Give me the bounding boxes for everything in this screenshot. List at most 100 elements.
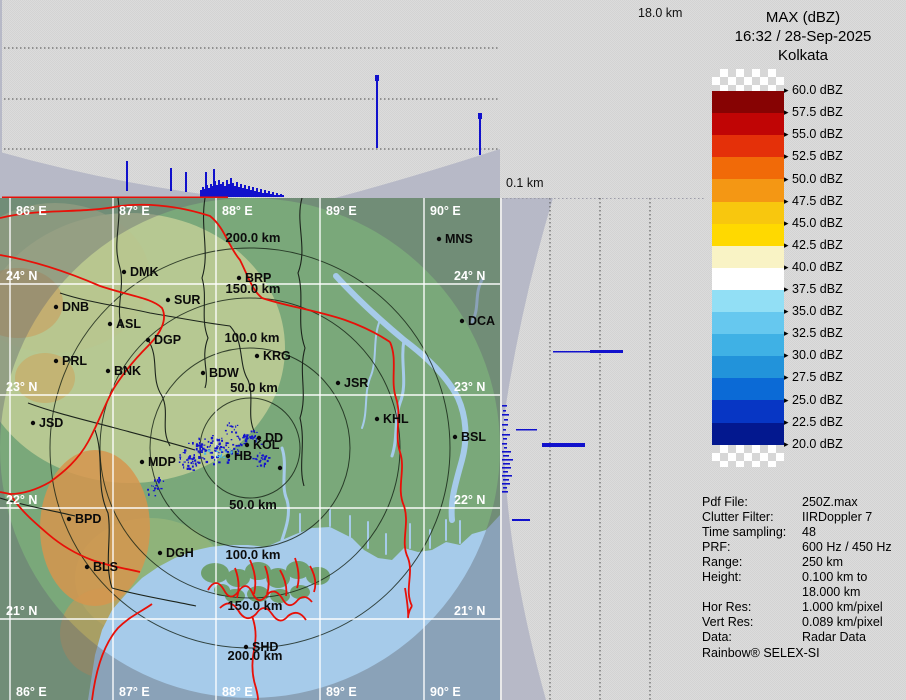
colorbar-band <box>712 135 784 158</box>
rect-shape <box>278 195 280 197</box>
colorbar-band <box>712 356 784 379</box>
rect-shape <box>276 193 278 197</box>
rect-shape <box>250 190 252 197</box>
scan-datetime: 16:32 / 28-Sep-2025 <box>734 28 872 45</box>
colorbar-tick-label: ▸ 25.0 dBZ <box>784 392 843 407</box>
rect-shape <box>179 454 181 457</box>
station-dot <box>165 297 171 303</box>
rect-shape <box>204 449 208 452</box>
rect-shape <box>198 441 201 445</box>
station-dot <box>53 358 59 364</box>
rect-shape <box>502 443 507 445</box>
rect-shape <box>234 186 236 197</box>
rect-shape <box>204 452 207 455</box>
rect-shape <box>256 465 259 467</box>
rect-shape <box>220 184 222 197</box>
longitude-label: 86° E <box>16 685 47 699</box>
rect-shape <box>264 455 267 459</box>
rect-shape <box>230 439 233 441</box>
rect-shape <box>213 169 215 197</box>
rect-shape <box>203 458 206 460</box>
metadata-row: Height: 0.100 km to <box>702 570 868 584</box>
rect-shape <box>182 452 184 454</box>
rect-shape <box>195 447 198 451</box>
rect-shape <box>260 457 263 459</box>
rect-shape <box>503 487 507 489</box>
range-ring-label: 200.0 km <box>226 230 281 245</box>
range-ring-label: 100.0 km <box>226 547 281 562</box>
rect-shape <box>252 457 255 460</box>
rect-shape <box>258 192 260 197</box>
rect-shape <box>155 485 158 487</box>
station-label: SUR <box>174 293 200 307</box>
station-label: BDW <box>209 366 239 380</box>
rect-shape <box>211 458 213 459</box>
path-shape <box>335 149 500 198</box>
rect-shape <box>502 491 508 493</box>
rect-shape <box>224 429 227 432</box>
rect-shape <box>503 479 509 481</box>
station-dot <box>374 416 380 422</box>
rect-shape <box>205 460 209 464</box>
metadata-row: Time sampling: 48 <box>702 525 816 539</box>
rect-shape <box>219 447 221 449</box>
colorbar-tick-label: ▸ 20.0 dBZ <box>784 436 843 451</box>
rect-shape <box>262 193 264 197</box>
colorbar-tick-label: ▸ 60.0 dBZ <box>784 83 843 98</box>
rect-shape <box>254 458 258 460</box>
rect-shape <box>215 447 218 450</box>
rect-shape <box>253 430 255 433</box>
colorbar-tick-label: ▸ 57.5 dBZ <box>784 105 843 120</box>
rect-shape <box>504 447 507 449</box>
rect-shape <box>216 439 220 442</box>
rect-shape <box>264 190 266 197</box>
longitude-label: 88° E <box>222 204 253 218</box>
radar-station-name: Kolkata <box>777 47 829 64</box>
rect-shape <box>196 461 199 463</box>
rect-shape <box>223 456 226 458</box>
rect-shape <box>158 480 160 484</box>
range-ring-label: 150.0 km <box>228 598 283 613</box>
rect-shape <box>205 172 207 197</box>
rect-shape <box>213 463 215 466</box>
rect-shape <box>156 479 159 482</box>
rect-shape <box>214 450 216 452</box>
rect-shape <box>195 464 198 467</box>
station-label: BRP <box>245 271 271 285</box>
ellipse-shape <box>201 563 229 583</box>
colorbar-band <box>712 378 784 401</box>
rect-shape <box>228 184 230 197</box>
station-dot <box>145 337 151 343</box>
latitude-label: 23° N <box>6 380 37 394</box>
rect-shape <box>237 444 241 447</box>
colorbar-tick-label: ▸ 40.0 dBZ <box>784 259 843 274</box>
panel-separator <box>500 198 502 700</box>
colorbar-band <box>712 422 784 445</box>
rect-shape <box>190 462 193 465</box>
rect-shape <box>221 439 223 442</box>
latitude-label: 21° N <box>6 604 37 618</box>
rect-shape <box>256 431 258 433</box>
rect-shape <box>236 182 238 197</box>
rect-shape <box>479 113 481 155</box>
rect-shape <box>200 451 203 453</box>
station-dot <box>200 370 206 376</box>
rect-shape <box>229 425 232 427</box>
rect-shape <box>240 184 242 197</box>
rect-shape <box>221 437 223 439</box>
rect-shape <box>202 187 204 197</box>
rect-shape <box>192 469 195 471</box>
rect-shape <box>218 461 221 464</box>
colorbar-band <box>712 201 784 224</box>
rect-shape <box>272 192 274 197</box>
rect-shape <box>259 452 261 454</box>
rect-shape <box>224 186 226 197</box>
rect-shape <box>160 487 163 490</box>
rect-shape <box>502 467 511 469</box>
product-name: MAX (dBZ) <box>765 9 841 26</box>
rect-shape <box>244 185 246 197</box>
rect-shape <box>503 410 506 412</box>
station-dot <box>105 368 111 374</box>
rect-shape <box>226 424 229 427</box>
rect-shape <box>187 464 189 467</box>
